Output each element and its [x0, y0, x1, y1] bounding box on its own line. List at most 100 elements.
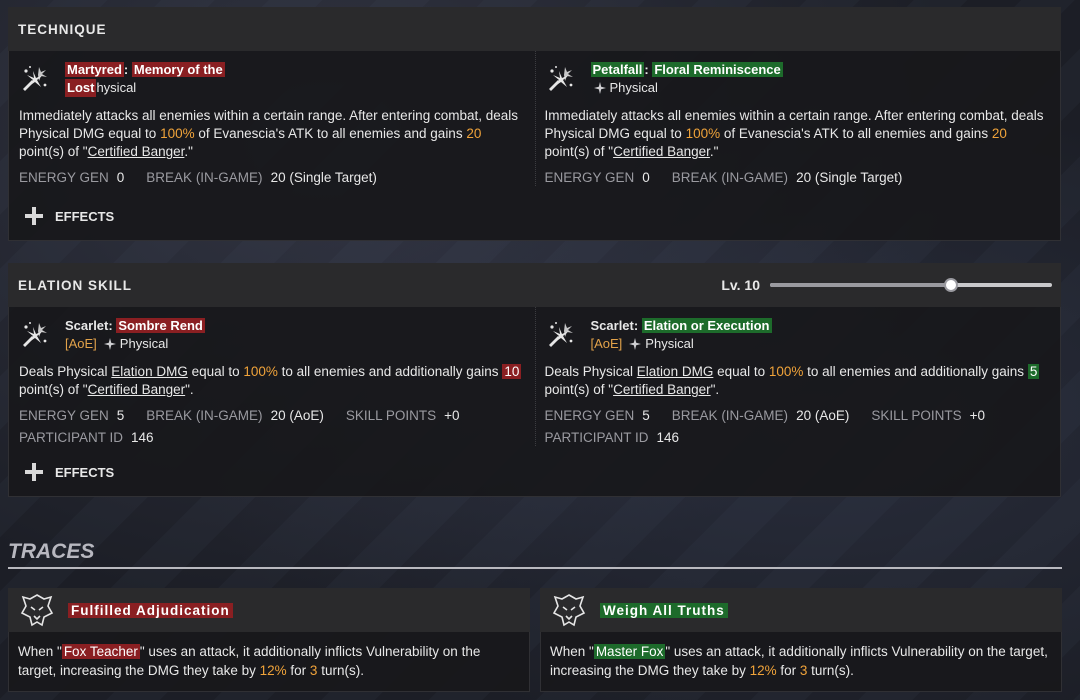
elation-left-name-b: Sombre Rend — [116, 318, 205, 333]
stat-value: +0 — [444, 408, 460, 423]
elation-right-stats: ENERGY GEN 5 BREAK (IN-GAME) 20 (AoE) SKIL… — [545, 408, 1051, 446]
stat-value: 20 (AoE) — [270, 408, 324, 423]
traces-divider — [8, 567, 1062, 569]
technique-right-name-a: Petalfall — [590, 62, 645, 77]
stat-value: 20 (Single Target) — [270, 170, 377, 185]
certified-banger-link[interactable]: Certified Banger — [88, 144, 185, 159]
technique-effects-button[interactable]: EFFECTS — [9, 192, 1060, 240]
stat-label: ENERGY GEN — [544, 408, 635, 423]
elation-skill-panel: ELATION SKILL Lv. 10 Scarlet: Sombre Ren… — [8, 263, 1061, 497]
stat-value: 20 (AoE) — [796, 408, 850, 423]
effects-label: EFFECTS — [55, 208, 115, 224]
character-name: Master Fox — [593, 644, 666, 659]
technique-right-type: Physical — [609, 80, 658, 95]
elation-left-name: Scarlet: Sombre Rend — [65, 317, 205, 335]
elation-left-name-a: Scarlet: — [65, 318, 117, 333]
technique-title: TECHNIQUE — [18, 21, 107, 37]
stat-label: SKILL POINTS — [871, 408, 962, 423]
technique-right-name: Petalfall: Floral Reminiscence — [590, 61, 783, 79]
technique-left-name-c: Lost — [65, 79, 97, 97]
level-slider-thumb[interactable] — [944, 278, 959, 292]
elation-left-sub: [AoE] Physical — [65, 335, 205, 353]
elation-left-type: Physical — [119, 336, 169, 351]
elation-left: Scarlet: Sombre Rend [AoE] Physical Deal… — [9, 307, 535, 446]
burst-slash-icon — [545, 63, 577, 95]
elation-left-stats: ENERGY GEN 5 BREAK (IN-GAME) 20 (AoE) SKIL… — [19, 408, 525, 446]
technique-right-stats: ENERGY GEN 0 BREAK (IN-GAME) 20 (Single Ta… — [545, 170, 1051, 186]
wolf-emblem-icon — [20, 593, 54, 627]
stat-value: 146 — [131, 430, 154, 445]
technique-left-name-a: Martyred — [65, 62, 124, 77]
trace-left-header: Fulfilled Adjudication — [8, 588, 530, 632]
level-slider-fill — [770, 283, 952, 287]
stat-label: BREAK (IN-GAME) — [671, 408, 789, 423]
elation-right-sub: [AoE] Physical — [591, 335, 772, 353]
technique-header: TECHNIQUE — [8, 7, 1061, 51]
elation-left-desc: Deals Physical Elation DMG equal to 100%… — [19, 364, 522, 397]
technique-left-name-b: Memory of the — [131, 62, 225, 77]
level-label: Lv. 10 — [721, 277, 760, 293]
technique-right-sub: Physical — [591, 79, 783, 97]
stat-label: BREAK (IN-GAME) — [146, 170, 263, 185]
trace-left-name: Fulfilled Adjudication — [68, 602, 233, 618]
burst-slash-icon — [19, 319, 51, 351]
elation-right: Scarlet: Elation or Execution [AoE] Phys… — [534, 307, 1061, 446]
elation-right-desc: Deals Physical Elation DMG equal to 100%… — [544, 364, 1040, 397]
stat-label: SKILL POINTS — [345, 408, 437, 423]
stat-value: 5 — [116, 408, 125, 423]
technique-left-desc: Immediately attacks all enemies within a… — [19, 108, 518, 159]
trace-card-left: Fulfilled Adjudication When " Fox Teacher… — [8, 588, 530, 692]
physical-element-icon — [629, 338, 641, 350]
elation-dmg-link[interactable]: Elation DMG — [111, 364, 188, 379]
stat-label: ENERGY GEN — [544, 170, 635, 185]
certified-banger-link[interactable]: Certified Banger — [613, 382, 711, 397]
technique-left-type: hysical — [96, 80, 137, 95]
stat-label: BREAK (IN-GAME) — [146, 408, 263, 423]
elation-right-name-a: Scarlet: — [590, 318, 642, 333]
elation-right-name: Scarlet: Elation or Execution — [591, 317, 772, 335]
certified-banger-link[interactable]: Certified Banger — [88, 382, 186, 397]
elation-dmg-link[interactable]: Elation DMG — [637, 364, 714, 379]
wolf-emblem-icon — [552, 593, 586, 627]
aoe-tag: [AoE] — [65, 336, 97, 351]
effects-label: EFFECTS — [55, 464, 115, 480]
elation-effects-button[interactable]: EFFECTS — [9, 448, 1060, 496]
stat-value: 146 — [656, 430, 680, 445]
stat-value: 20 (Single Target) — [796, 170, 903, 185]
trace-card-right: Weigh All Truths When " Master Fox " uses … — [540, 588, 1062, 692]
elation-title: ELATION SKILL — [18, 277, 132, 293]
trace-left-desc: When " Fox Teacher " uses an attack, it ad… — [8, 632, 530, 692]
technique-right-desc: Immediately attacks all enemies within a… — [544, 108, 1044, 159]
technique-panel: TECHNIQUE Martyred: Memory of the Lost hy… — [8, 7, 1061, 241]
stat-value: 5 — [642, 408, 650, 423]
physical-element-icon — [104, 338, 116, 350]
level-slider[interactable] — [770, 278, 1052, 292]
stat-label: ENERGY GEN — [19, 170, 109, 185]
elation-header: ELATION SKILL Lv. 10 — [8, 263, 1061, 307]
technique-left: Martyred: Memory of the Lost hysical Imme… — [9, 51, 535, 186]
trace-right-name: Weigh All Truths — [600, 602, 728, 618]
technique-left-name: Martyred: Memory of the — [65, 61, 225, 79]
technique-left-sub: Lost hysical — [65, 79, 225, 97]
aoe-tag: [AoE] — [590, 336, 623, 351]
traces-heading: TRACES — [8, 540, 95, 563]
certified-banger-link[interactable]: Certified Banger — [613, 144, 710, 159]
technique-right-name-b: Floral Reminiscence — [652, 62, 783, 77]
stat-label: PARTICIPANT ID — [19, 430, 124, 445]
physical-element-icon — [594, 82, 606, 94]
technique-right: Petalfall: Floral Reminiscence Physical … — [534, 51, 1061, 186]
stat-label: BREAK (IN-GAME) — [671, 170, 789, 185]
trace-right-desc: When " Master Fox " uses an attack, it add… — [540, 632, 1062, 692]
stat-label: ENERGY GEN — [19, 408, 109, 423]
character-name: Fox Teacher — [61, 644, 140, 659]
level-control: Lv. 10 — [721, 263, 1052, 307]
technique-left-stats: ENERGY GEN 0 BREAK (IN-GAME) 20 (Single Ta… — [19, 170, 525, 186]
plus-icon — [25, 207, 43, 225]
elation-body: Scarlet: Sombre Rend [AoE] Physical Deal… — [8, 307, 1061, 497]
technique-body: Martyred: Memory of the Lost hysical Imme… — [8, 51, 1061, 241]
stat-value: 0 — [642, 170, 650, 185]
stat-label: PARTICIPANT ID — [544, 430, 649, 445]
plus-icon — [25, 463, 43, 481]
burst-slash-icon — [545, 319, 577, 351]
trace-right-header: Weigh All Truths — [540, 588, 1062, 632]
